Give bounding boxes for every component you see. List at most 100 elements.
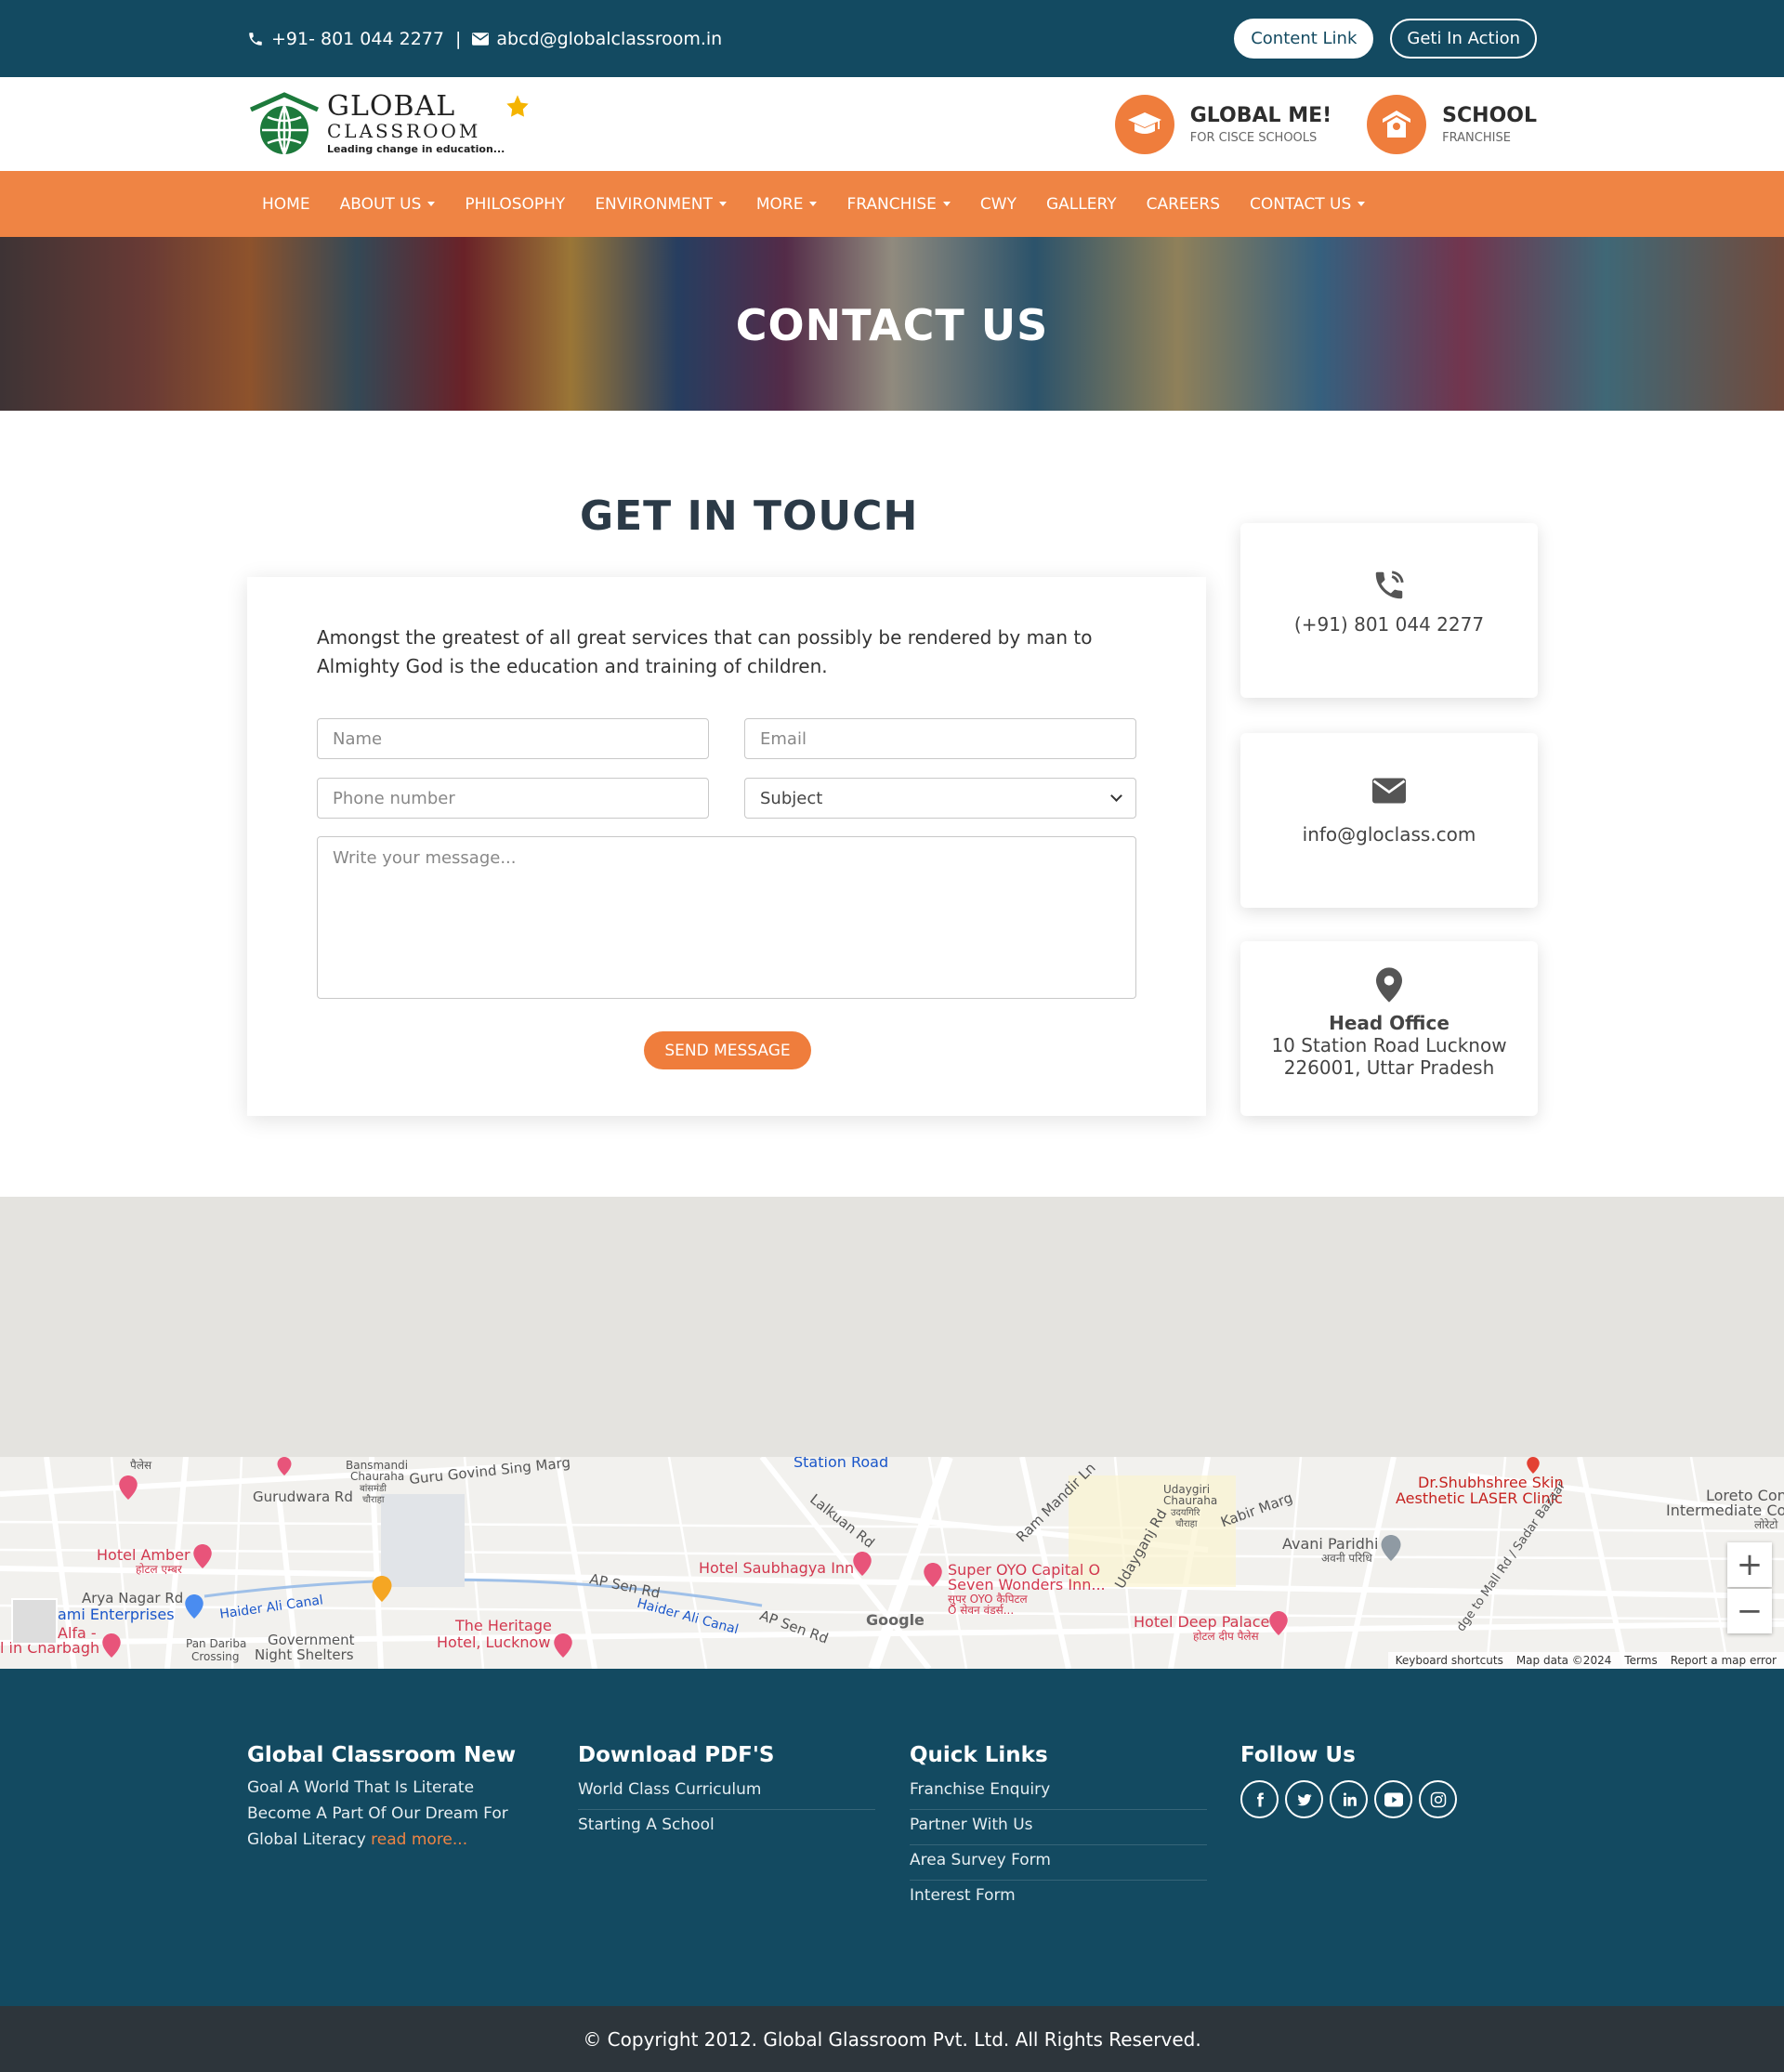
map-label: पैलेस — [130, 1459, 152, 1472]
restaurant-marker-icon[interactable] — [372, 1576, 392, 1602]
nav-item-environment[interactable]: ENVIRONMENT — [580, 195, 741, 214]
message-textarea[interactable]: Write your message... — [317, 836, 1136, 999]
logo-line1: GLOBAL — [327, 90, 456, 123]
quick-link[interactable]: Interest Form — [910, 1881, 1207, 1915]
top-phone[interactable]: +91- 801 044 2277 — [271, 29, 444, 49]
subject-select[interactable]: Subject — [744, 778, 1136, 819]
google-logo: Google — [866, 1611, 925, 1629]
zoom-in-button[interactable]: + — [1727, 1542, 1772, 1587]
footer-col-about: Global Classroom New Goal A World That I… — [247, 1743, 526, 1853]
map-label: Hotel, Lucknow — [437, 1633, 551, 1651]
map-label: Pan Dariba — [186, 1637, 247, 1650]
school-icon — [1367, 94, 1427, 154]
top-email[interactable]: abcd@globalclassroom.in — [496, 29, 722, 49]
caret-down-icon — [1358, 202, 1366, 206]
hotel-marker-icon[interactable] — [853, 1552, 872, 1576]
contact-intro: Amongst the greatest of all great servic… — [317, 626, 1093, 677]
nav-item-label: FRANCHISE — [846, 194, 937, 214]
nav-item-careers[interactable]: CAREERS — [1132, 195, 1235, 214]
read-more-link[interactable]: read more... — [371, 1830, 467, 1849]
hotel-marker-icon[interactable] — [1269, 1611, 1288, 1635]
instagram-icon[interactable] — [1419, 1780, 1457, 1818]
nav-item-franchise[interactable]: FRANCHISE — [832, 195, 964, 214]
nav-item-about-us[interactable]: ABOUT US — [325, 195, 451, 214]
phone-volume-icon — [1375, 570, 1404, 599]
nav-item-contact-us[interactable]: CONTACT US — [1235, 195, 1380, 214]
copyright-bar: © Copyright 2012. Global Glassroom Pvt. … — [0, 2006, 1784, 2072]
nav-item-more[interactable]: MORE — [741, 195, 833, 214]
map-streets[interactable]: पैलेस Bansmandi Chauraha बांसमंडी चौराहा… — [0, 1457, 1784, 1669]
get-in-touch-heading: GET IN TOUCH — [580, 492, 919, 540]
logo-line2: CLASSROOM — [327, 120, 481, 142]
send-message-button[interactable]: SEND MESSAGE — [644, 1031, 811, 1069]
footer-follow-title: Follow Us — [1240, 1743, 1356, 1767]
info-email[interactable]: info@gloclass.com — [1240, 823, 1538, 846]
copyright-text: © Copyright 2012. Global Glassroom Pvt. … — [583, 2027, 1201, 2051]
facebook-icon[interactable] — [1240, 1780, 1279, 1818]
globe-logo-icon — [249, 91, 320, 155]
nav-item-cwy[interactable]: CWY — [965, 195, 1031, 214]
office-line1: 10 Station Road Lucknow — [1271, 1034, 1507, 1056]
street-view-button[interactable] — [11, 1598, 58, 1645]
youtube-icon[interactable] — [1374, 1780, 1412, 1818]
email-input[interactable]: Email — [744, 718, 1136, 759]
map-label: Arya Nagar Rd — [82, 1590, 184, 1606]
footer-col-follow: Follow Us — [1240, 1743, 1457, 1818]
subject-value: Subject — [760, 788, 823, 808]
pdf-link[interactable]: World Class Curriculum — [578, 1775, 875, 1810]
site-logo[interactable]: GLOBAL CLASSROOM Leading change in educa… — [247, 89, 531, 160]
map-label: The Heritage — [455, 1617, 552, 1634]
caret-down-icon — [809, 202, 818, 206]
quick-link[interactable]: Franchise Enquiry — [910, 1775, 1207, 1810]
map-label: Station Road — [794, 1457, 889, 1471]
global-me-badge[interactable]: GLOBAL ME! FOR CISCE SCHOOLS — [1114, 94, 1331, 154]
keyboard-shortcuts-link[interactable]: Keyboard shortcuts — [1396, 1654, 1503, 1667]
nav-item-label: PHILOSOPHY — [465, 194, 566, 214]
info-phone[interactable]: (+91) 801 044 2277 — [1240, 613, 1538, 636]
map-label: होटल एम्बर — [136, 1563, 182, 1576]
school-franchise-badge[interactable]: SCHOOL FRANCHISE — [1367, 94, 1537, 154]
hotel-marker-icon[interactable] — [119, 1475, 138, 1500]
footer-about-title: Global Classroom New — [247, 1743, 517, 1767]
google-map[interactable]: पैलेस Bansmandi Chauraha बांसमंडी चौराहा… — [0, 1197, 1784, 1669]
name-input[interactable]: Name — [317, 718, 709, 759]
nav-item-gallery[interactable]: GALLERY — [1031, 195, 1132, 214]
content-link-button[interactable]: Content Link — [1234, 19, 1374, 59]
zoom-out-button[interactable]: − — [1727, 1589, 1772, 1633]
phone-icon — [249, 32, 262, 46]
phone-input[interactable]: Phone number — [317, 778, 709, 819]
hotel-marker-icon[interactable] — [193, 1544, 212, 1568]
shop-marker-icon[interactable] — [184, 1594, 204, 1619]
quick-link[interactable]: Area Survey Form — [910, 1845, 1207, 1881]
email-info-card: info@gloclass.com — [1240, 733, 1538, 908]
caret-down-icon — [942, 202, 951, 206]
nav-item-philosophy[interactable]: PHILOSOPHY — [450, 195, 580, 214]
map-label: ami Enterprises — [58, 1606, 175, 1623]
phone-info-card: (+91) 801 044 2277 — [1240, 523, 1538, 698]
nav-item-label: ENVIRONMENT — [595, 194, 713, 214]
caret-down-icon — [427, 202, 436, 206]
hotel-marker-icon[interactable] — [102, 1633, 121, 1658]
clinic-marker-icon[interactable] — [1524, 1457, 1542, 1474]
chevron-down-icon — [1110, 790, 1122, 802]
nav-item-label: GALLERY — [1045, 194, 1117, 214]
linkedin-icon[interactable] — [1330, 1780, 1368, 1818]
graduation-cap-icon — [1114, 94, 1174, 154]
twitter-icon[interactable] — [1285, 1780, 1323, 1818]
terms-link[interactable]: Terms — [1624, 1654, 1657, 1667]
hotel-marker-icon[interactable] — [924, 1563, 942, 1587]
hotel-marker-icon[interactable] — [275, 1457, 294, 1475]
school-title: SCHOOL — [1442, 103, 1537, 127]
map-label: अवनी परिधि — [1321, 1552, 1372, 1565]
pdf-link[interactable]: Starting A School — [578, 1810, 875, 1844]
map-label: Hotel Saubhagya Inn — [699, 1559, 855, 1577]
report-error-link[interactable]: Report a map error — [1671, 1654, 1777, 1667]
nav-item-home[interactable]: HOME — [247, 195, 325, 214]
office-title: Head Office — [1329, 1012, 1450, 1034]
hotel-marker-icon[interactable] — [554, 1633, 572, 1658]
quick-link[interactable]: Partner With Us — [910, 1810, 1207, 1845]
get-in-action-button[interactable]: Geti In Action — [1390, 19, 1537, 59]
map-label: होटल दीप पैलेस — [1193, 1630, 1259, 1643]
place-marker-icon[interactable] — [1381, 1535, 1401, 1561]
nav-item-label: MORE — [755, 194, 804, 214]
